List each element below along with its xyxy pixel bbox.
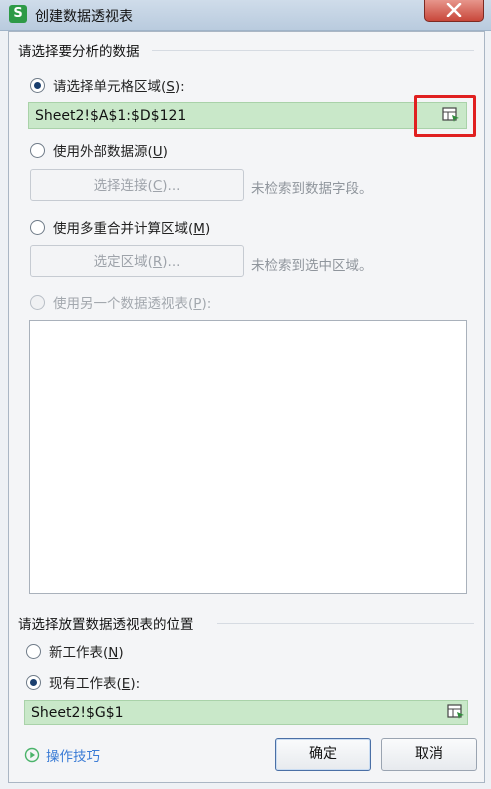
tips-label: 操作技巧: [46, 749, 100, 765]
radio-button[interactable]: [30, 219, 45, 235]
radio-other-pivot: 使用另一个数据透视表(P):: [30, 292, 211, 312]
dialog-body: 请选择要分析的数据 请选择单元格区域(S): Sheet2!$A$1:$D$12…: [8, 31, 485, 783]
location-picker-icon[interactable]: [447, 704, 465, 720]
divider: [152, 50, 474, 51]
tips-icon: [24, 747, 40, 763]
radio-button: [30, 294, 45, 310]
range-input[interactable]: Sheet2!$A$1:$D$121: [28, 102, 467, 129]
radio-external-source[interactable]: 使用外部数据源(U): [30, 140, 168, 160]
placement-section-heading: 请选择放置数据透视表的位置: [18, 617, 194, 633]
highlight-frame: [414, 95, 476, 137]
radio-label: 使用外部数据源(U): [53, 144, 168, 160]
location-input[interactable]: Sheet2!$G$1: [24, 700, 468, 725]
close-icon: [446, 3, 462, 17]
app-logo-icon: S: [9, 5, 27, 23]
radio-label: 现有工作表(E):: [49, 676, 141, 692]
external-hint: 未检索到数据字段。: [251, 181, 373, 197]
pivot-table-list[interactable]: [29, 320, 467, 594]
radio-label: 使用另一个数据透视表(P):: [53, 296, 212, 312]
radio-label: 新工作表(N): [49, 645, 124, 661]
radio-label: 请选择单元格区域(S):: [53, 79, 185, 95]
close-button[interactable]: [424, 0, 484, 22]
radio-label: 使用多重合并计算区域(M): [53, 221, 211, 237]
ok-button[interactable]: 确定: [275, 738, 371, 771]
location-value: Sheet2!$G$1: [31, 704, 124, 721]
range-value: Sheet2!$A$1:$D$121: [35, 107, 187, 124]
select-connection-button[interactable]: 选择连接(C)...: [30, 169, 244, 201]
title-bar: S 创建数据透视表: [0, 0, 491, 31]
window-title: 创建数据透视表: [35, 9, 133, 25]
cancel-button[interactable]: 取消: [381, 738, 477, 771]
radio-new-sheet[interactable]: 新工作表(N): [26, 641, 124, 661]
source-section-heading: 请选择要分析的数据: [18, 44, 140, 60]
select-region-button[interactable]: 选定区域(R)...: [30, 245, 244, 277]
divider: [217, 623, 474, 624]
radio-existing-sheet[interactable]: 现有工作表(E):: [26, 672, 140, 692]
multi-hint: 未检索到选中区域。: [251, 258, 373, 274]
radio-button[interactable]: [30, 77, 45, 93]
radio-button[interactable]: [26, 643, 41, 659]
radio-button[interactable]: [26, 674, 41, 690]
radio-button[interactable]: [30, 142, 45, 158]
tips-link[interactable]: 操作技巧: [24, 745, 100, 765]
radio-multi-range[interactable]: 使用多重合并计算区域(M): [30, 217, 210, 237]
radio-select-range[interactable]: 请选择单元格区域(S):: [30, 75, 185, 95]
